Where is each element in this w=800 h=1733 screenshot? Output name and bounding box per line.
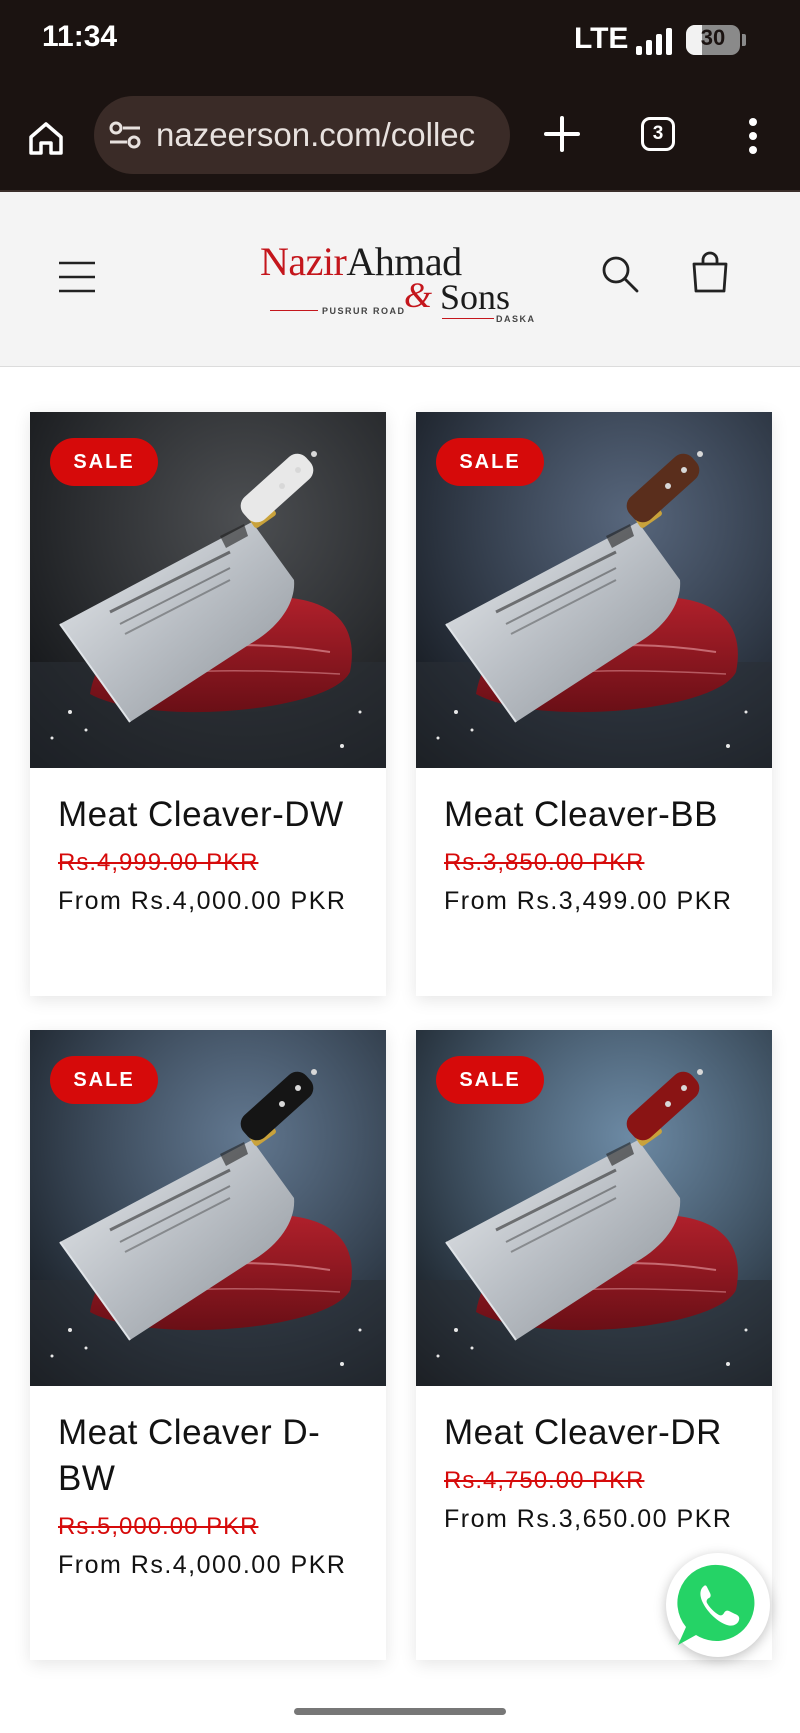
- original-price: Rs.3,850.00 PKR: [444, 849, 645, 876]
- hamburger-icon[interactable]: [58, 260, 96, 294]
- product-card[interactable]: SALE Meat Cleaver D-BW Rs.5,000.00 PKR F…: [30, 1030, 386, 1660]
- sale-price: From Rs.3,499.00 PKR: [444, 887, 733, 915]
- logo-location-right: DASKA: [496, 314, 536, 324]
- url-text[interactable]: nazeerson.com/collec: [156, 96, 500, 174]
- original-price: Rs.4,750.00 PKR: [444, 1467, 645, 1494]
- sale-badge: SALE: [436, 1056, 544, 1104]
- logo-word-sons: Sons: [440, 277, 511, 317]
- product-title[interactable]: Meat Cleaver-DW: [58, 792, 368, 838]
- brand-logo[interactable]: NazirAhmad & Sons PUSRUR ROAD DASKA: [258, 238, 542, 324]
- product-title[interactable]: Meat Cleaver-DR: [444, 1410, 754, 1456]
- status-bar: 11:34 LTE 30: [0, 0, 800, 90]
- product-image[interactable]: SALE: [30, 1030, 386, 1386]
- address-bar[interactable]: nazeerson.com/collec: [94, 96, 510, 174]
- signal-icon: [636, 28, 672, 55]
- site-header: NazirAhmad & Sons PUSRUR ROAD DASKA: [0, 192, 800, 367]
- sale-price: From Rs.4,000.00 PKR: [58, 1551, 347, 1579]
- network-type: LTE: [574, 22, 629, 55]
- home-indicator[interactable]: [294, 1708, 506, 1715]
- whatsapp-button[interactable]: [666, 1553, 770, 1657]
- cart-icon[interactable]: [690, 250, 730, 294]
- sale-price: From Rs.4,000.00 PKR: [58, 887, 347, 915]
- product-image[interactable]: SALE: [30, 412, 386, 768]
- whatsapp-icon: [677, 1564, 755, 1645]
- original-price: Rs.4,999.00 PKR: [58, 849, 259, 876]
- search-icon[interactable]: [600, 254, 640, 294]
- product-title[interactable]: Meat Cleaver D-BW: [58, 1410, 368, 1502]
- sale-price: From Rs.3,650.00 PKR: [444, 1505, 733, 1533]
- browser-toolbar: nazeerson.com/collec 3: [0, 90, 800, 192]
- sale-badge: SALE: [436, 438, 544, 486]
- logo-location-left: PUSRUR ROAD: [322, 306, 406, 316]
- tabs-icon[interactable]: 3: [641, 117, 675, 151]
- site-settings-icon[interactable]: [108, 120, 142, 150]
- product-card[interactable]: SALE Meat Cleaver-BB Rs.3,850.00 PKR Fro…: [416, 412, 772, 996]
- logo-ampersand: &: [404, 275, 433, 315]
- sale-badge: SALE: [50, 1056, 158, 1104]
- status-time: 11:34: [42, 20, 118, 53]
- battery-level: 30: [700, 25, 726, 50]
- product-image[interactable]: SALE: [416, 412, 772, 768]
- original-price: Rs.5,000.00 PKR: [58, 1513, 259, 1540]
- product-image[interactable]: SALE: [416, 1030, 772, 1386]
- sale-badge: SALE: [50, 438, 158, 486]
- battery-icon: 30: [686, 25, 746, 55]
- home-icon[interactable]: [26, 118, 66, 158]
- logo-word-nazir: Nazir: [260, 239, 347, 284]
- product-card[interactable]: SALE Meat Cleaver-DW Rs.4,999.00 PKR Fro…: [30, 412, 386, 996]
- plus-icon[interactable]: [540, 112, 584, 156]
- menu-dots-icon[interactable]: [742, 116, 764, 156]
- product-title[interactable]: Meat Cleaver-BB: [444, 792, 754, 838]
